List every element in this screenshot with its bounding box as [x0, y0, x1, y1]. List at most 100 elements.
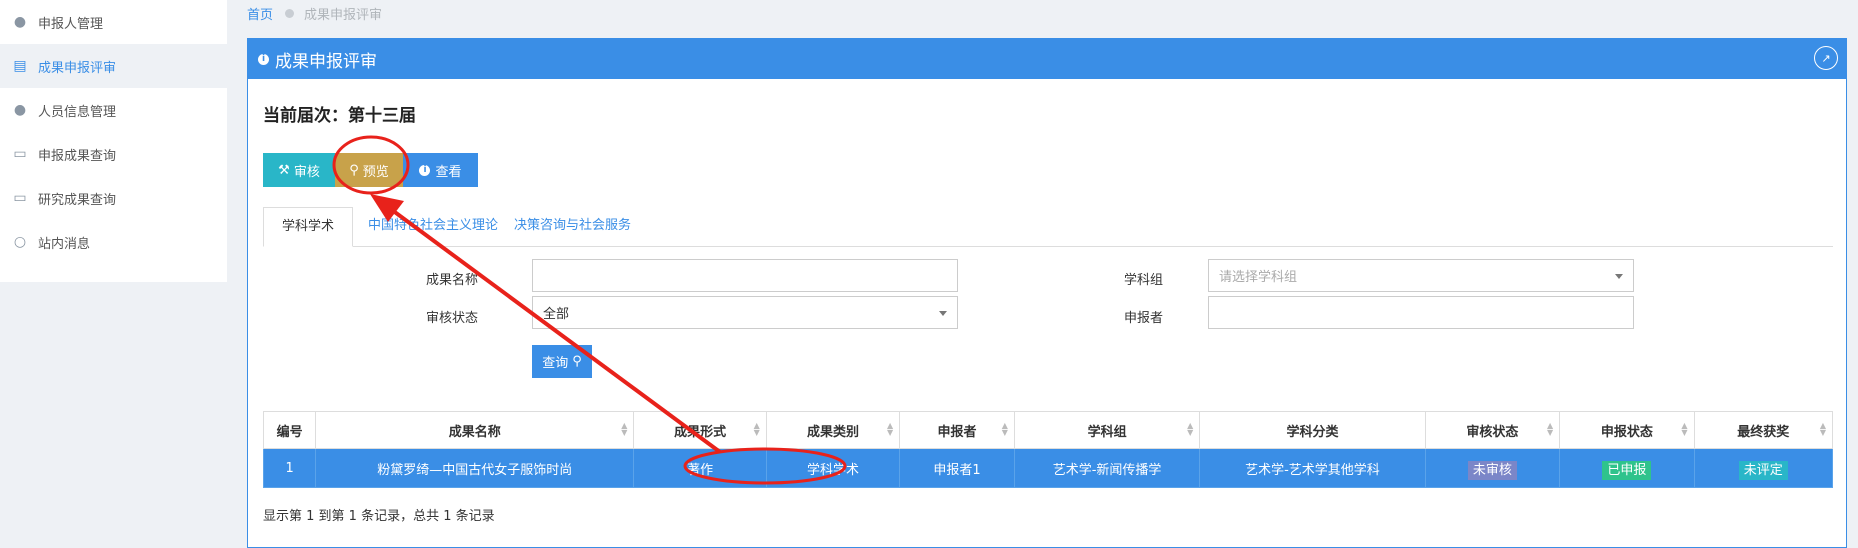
- column-header-applicant[interactable]: 申报者 ▲ ▼: [899, 411, 1015, 449]
- sidebar-item-messages[interactable]: ○ 站内消息: [0, 220, 227, 264]
- column-header-id[interactable]: 编号: [262, 411, 317, 449]
- column-header-award[interactable]: 最终获奖 ▲ ▼: [1693, 411, 1834, 449]
- preview-button-label: 预览: [362, 164, 389, 180]
- chevron-down-icon: [939, 311, 947, 316]
- chevron-down-icon: [1615, 274, 1623, 279]
- column-header-classification[interactable]: 学科分类: [1199, 411, 1426, 449]
- cell-category: 学科学术: [765, 448, 901, 488]
- name-filter-label: 成果名称: [426, 273, 479, 288]
- header-label: 成果名称: [448, 424, 501, 440]
- sidebar: ● 申报人管理 ▤ 成果申报评审 ● 人员信息管理 ▭ 申报成果查询 ▭ 研究成…: [0, 0, 227, 282]
- gavel-icon: ⚒: [278, 162, 290, 178]
- sidebar-item-label: 研究成果查询: [38, 192, 117, 208]
- sort-icon: ▲ ▼: [753, 421, 760, 437]
- header-label: 成果形式: [674, 424, 727, 440]
- header-label: 编号: [276, 424, 303, 440]
- header-label: 申报状态: [1600, 424, 1653, 440]
- sidebar-item-personnel-management[interactable]: ● 人员信息管理: [0, 88, 227, 132]
- sort-icon: ▲ ▼: [621, 421, 628, 437]
- sort-icon: ▲ ▼: [1187, 421, 1194, 437]
- file-icon: ▭: [13, 190, 27, 206]
- search-icon: ⚲: [349, 162, 359, 178]
- audit-button-label: 审核: [293, 164, 320, 180]
- breadcrumb-separator-icon: [285, 9, 295, 18]
- table-header-row: 编号 成果名称 ▲ ▼ 成果形式 ▲ ▼ 成果类别 ▲ ▼ 申报者 ▲ ▼ 学科组 ▲ ▼ 学科分类…: [262, 411, 1834, 449]
- status-filter-select[interactable]: 全部: [532, 296, 958, 329]
- column-header-group[interactable]: 学科组 ▲ ▼: [1013, 411, 1201, 449]
- header-label: 学科组: [1087, 424, 1127, 440]
- sidebar-item-label: 成果申报评审: [38, 60, 117, 76]
- expand-icon[interactable]: ↗: [1814, 46, 1838, 70]
- sidebar-item-label: 申报成果查询: [38, 148, 117, 164]
- tab-decision-consulting[interactable]: 决策咨询与社会服务: [514, 207, 631, 245]
- sidebar-item-label: 申报人管理: [38, 16, 104, 32]
- search-button-label: 查询: [542, 356, 569, 371]
- status-filter-value: 全部: [543, 307, 570, 322]
- status-badge-unaudited: 未审核: [1467, 460, 1517, 480]
- user-icon: ●: [13, 14, 27, 30]
- applicant-filter-input[interactable]: [1208, 296, 1634, 329]
- document-icon: ▤: [13, 58, 27, 74]
- column-header-category[interactable]: 成果类别 ▲ ▼: [765, 411, 901, 449]
- panel-header: i 成果申报评审 ↗: [248, 39, 1846, 79]
- applicant-filter-label: 申报者: [1124, 311, 1164, 326]
- cell-classification: 艺术学-艺术学其他学科: [1199, 448, 1426, 488]
- view-button-label: 查看: [435, 164, 462, 180]
- name-filter-input[interactable]: [532, 259, 958, 292]
- sidebar-item-label: 站内消息: [38, 236, 91, 252]
- column-header-apply-status[interactable]: 申报状态 ▲ ▼: [1559, 411, 1695, 449]
- status-filter-label: 审核状态: [426, 311, 479, 326]
- code-file-icon: ▭: [13, 146, 27, 162]
- tab-academic[interactable]: 学科学术: [263, 207, 353, 247]
- header-label: 最终获奖: [1737, 424, 1790, 440]
- cell-form: 著作: [633, 448, 767, 488]
- sort-icon: ▲ ▼: [1681, 421, 1688, 437]
- chat-icon: ○: [13, 234, 27, 250]
- panel-title: 成果申报评审: [275, 51, 377, 72]
- search-button[interactable]: 查询 ⚲: [532, 345, 592, 378]
- breadcrumb-home[interactable]: 首页: [247, 4, 273, 23]
- sort-icon: ▲ ▼: [887, 421, 894, 437]
- audit-button[interactable]: ⚒ 审核: [263, 153, 335, 187]
- breadcrumb-current: 成果申报评审: [304, 8, 383, 23]
- cell-audit-status: 未审核: [1424, 448, 1561, 488]
- view-button[interactable]: i 查看: [403, 153, 478, 187]
- cell-name: 粉黛罗绮—中国古代女子服饰时尚: [315, 448, 635, 488]
- info-icon: i: [419, 164, 431, 176]
- tab-socialism-theory[interactable]: 中国特色社会主义理论: [368, 207, 498, 245]
- header-label: 申报者: [937, 424, 977, 440]
- review-panel: i 成果申报评审 ↗ 当前届次：第十三届 ⚒ 审核 ⚲ 预览 i 查看 学科学术…: [247, 38, 1847, 548]
- table-row[interactable]: 1 粉黛罗绮—中国古代女子服饰时尚 著作 学科学术 申报者1 艺术学-新闻传播学…: [262, 448, 1834, 488]
- column-header-name[interactable]: 成果名称 ▲ ▼: [315, 411, 635, 449]
- sidebar-item-applicant-management[interactable]: ● 申报人管理: [0, 0, 227, 44]
- header-label: 成果类别: [806, 424, 859, 440]
- sidebar-item-label: 人员信息管理: [38, 104, 117, 120]
- search-icon: ⚲: [572, 354, 582, 369]
- column-header-audit-status[interactable]: 审核状态 ▲ ▼: [1424, 411, 1561, 449]
- breadcrumb: 首页 成果申报评审: [247, 4, 382, 23]
- column-header-form[interactable]: 成果形式 ▲ ▼: [633, 411, 767, 449]
- sort-icon: ▲ ▼: [1819, 421, 1826, 437]
- tab-bar: 学科学术 中国特色社会主义理论 决策咨询与社会服务: [263, 207, 1833, 247]
- group-filter-placeholder: 请选择学科组: [1219, 270, 1298, 285]
- cell-id: 1: [262, 448, 317, 488]
- cell-group: 艺术学-新闻传播学: [1013, 448, 1201, 488]
- header-label: 学科分类: [1286, 424, 1339, 440]
- status-badge-applied: 已申报: [1602, 460, 1652, 480]
- sidebar-item-achievement-review[interactable]: ▤ 成果申报评审: [0, 44, 227, 88]
- group-filter-select[interactable]: 请选择学科组: [1208, 259, 1634, 292]
- status-badge-unrated: 未评定: [1738, 460, 1788, 480]
- sidebar-item-application-query[interactable]: ▭ 申报成果查询: [0, 132, 227, 176]
- preview-button[interactable]: ⚲ 预览: [335, 153, 403, 187]
- current-term: 当前届次：第十三届: [263, 106, 416, 126]
- sort-icon: ▲ ▼: [1001, 421, 1008, 437]
- cell-apply-status: 已申报: [1559, 448, 1695, 488]
- info-icon: i: [258, 53, 269, 65]
- cell-award: 未评定: [1693, 448, 1834, 488]
- sort-icon: ▲ ▼: [1546, 421, 1554, 437]
- cell-applicant: 申报者1: [899, 448, 1015, 488]
- header-label: 审核状态: [1466, 424, 1519, 440]
- pagination-info: 显示第 1 到第 1 条记录，总共 1 条记录: [263, 509, 495, 524]
- group-filter-label: 学科组: [1124, 273, 1164, 288]
- sidebar-item-research-query[interactable]: ▭ 研究成果查询: [0, 176, 227, 220]
